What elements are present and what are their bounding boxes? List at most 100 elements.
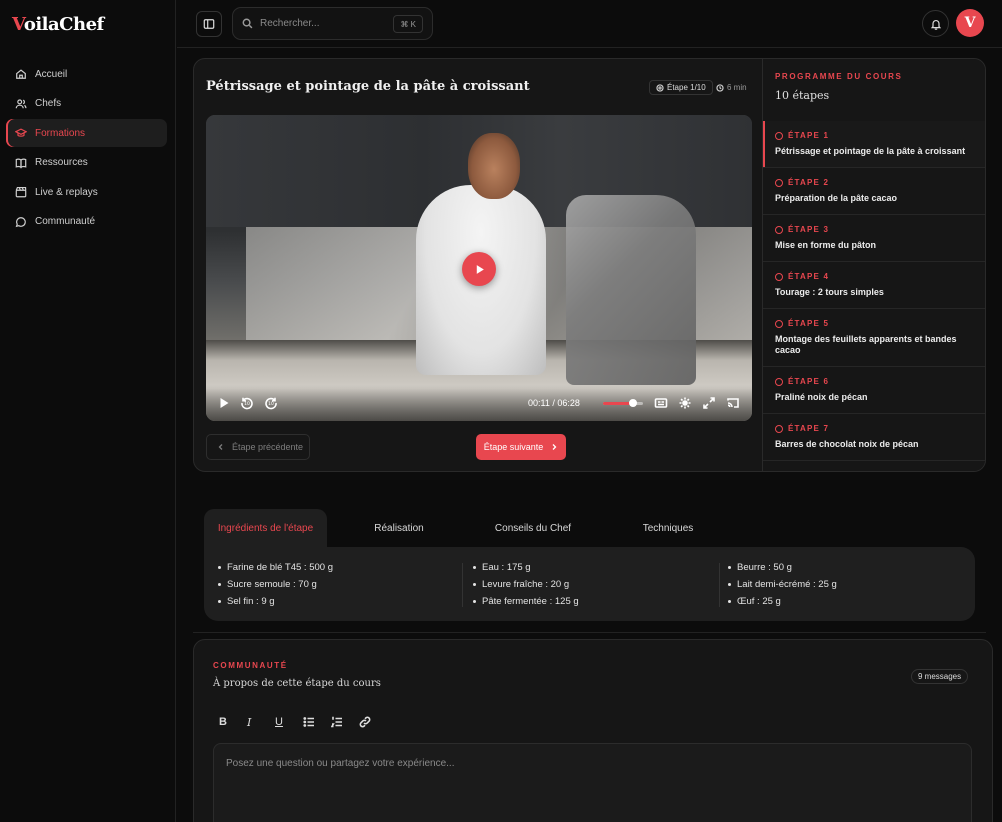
step-status-circle-icon bbox=[775, 178, 783, 187]
ingredient-item: Beurre : 50 g bbox=[728, 559, 837, 576]
step-label: ÉTAPE 3 bbox=[788, 225, 830, 234]
search-icon bbox=[242, 18, 253, 29]
community-eyebrow: COMMUNAUTÉ bbox=[213, 661, 288, 670]
center-play-button[interactable] bbox=[462, 252, 496, 286]
logo-text: oilaChef bbox=[23, 14, 104, 35]
program-step-5[interactable]: ÉTAPE 5 Montage des feuillets apparents … bbox=[763, 309, 985, 367]
notifications-button[interactable] bbox=[922, 10, 949, 37]
captions-button[interactable] bbox=[654, 396, 668, 415]
next-step-button[interactable]: Étape suivante bbox=[476, 434, 566, 460]
duration-text: 6 min bbox=[727, 83, 747, 92]
italic-icon: I bbox=[247, 715, 252, 729]
tab-conseils-du-chef[interactable]: Conseils du Chef bbox=[479, 509, 587, 547]
svg-text:10: 10 bbox=[244, 401, 250, 407]
community-subtitle: À propos de cette étape du cours bbox=[213, 678, 381, 689]
book-icon bbox=[15, 158, 27, 168]
step-label-row: ÉTAPE 5 bbox=[775, 309, 975, 328]
ingredient-item: Eau : 175 g bbox=[473, 559, 579, 576]
column-divider bbox=[462, 563, 463, 607]
time-current: 00:11 bbox=[528, 398, 550, 408]
bullet-list-button[interactable] bbox=[303, 714, 331, 730]
program-step-3[interactable]: ÉTAPE 3 Mise en forme du pâton bbox=[763, 215, 985, 262]
ingredient-item: Levure fraîche : 20 g bbox=[473, 576, 579, 593]
logo-letter: V bbox=[12, 14, 24, 35]
bold-icon: B bbox=[219, 716, 227, 728]
ingredients-column-3: Beurre : 50 g Lait demi-écrémé : 25 g Œu… bbox=[728, 559, 837, 610]
sidebar-item-accueil[interactable]: Accueil bbox=[6, 60, 167, 88]
tab-ingredients[interactable]: Ingrédients de l'étape bbox=[204, 509, 327, 547]
sidebar-item-ressources[interactable]: Ressources bbox=[6, 149, 167, 177]
step-label-row: ÉTAPE 4 bbox=[775, 262, 975, 281]
program-step-6[interactable]: ÉTAPE 6 Praliné noix de pécan bbox=[763, 367, 985, 414]
step-label-row: ÉTAPE 1 bbox=[775, 121, 975, 140]
step-label: ÉTAPE 1 bbox=[788, 131, 830, 140]
topbar: ⌘ K V bbox=[177, 0, 1002, 48]
settings-button[interactable] bbox=[678, 396, 692, 415]
sidebar-toggle-button[interactable] bbox=[196, 11, 222, 37]
next-step-label: Étape suivante bbox=[483, 442, 544, 452]
program-step-4[interactable]: ÉTAPE 4 Tourage : 2 tours simples bbox=[763, 262, 985, 309]
fullscreen-button[interactable] bbox=[702, 396, 716, 415]
program-step-7[interactable]: ÉTAPE 7 Barres de chocolat noix de pécan bbox=[763, 414, 985, 461]
sidebar: VoilaChef Accueil Chefs Formations Resso… bbox=[0, 0, 176, 822]
video-player[interactable]: 10 10 00:11 / 06:28 bbox=[206, 115, 752, 421]
rewind-10-button[interactable]: 10 bbox=[240, 396, 254, 415]
tab-realisation[interactable]: Réalisation bbox=[349, 509, 449, 547]
underline-button[interactable]: U bbox=[275, 714, 303, 730]
bold-button[interactable]: B bbox=[219, 714, 247, 730]
lesson-title: Pétrissage et pointage de la pâte à croi… bbox=[206, 79, 530, 94]
voilachef-logo[interactable]: VoilaChef bbox=[12, 14, 104, 35]
forward-10-button[interactable]: 10 bbox=[264, 396, 278, 415]
users-icon bbox=[15, 98, 27, 108]
cast-button[interactable] bbox=[726, 396, 740, 415]
sidebar-item-chefs[interactable]: Chefs bbox=[6, 90, 167, 118]
previous-step-button[interactable]: Étape précédente bbox=[206, 434, 310, 460]
ingredients-column-2: Eau : 175 g Levure fraîche : 20 g Pâte f… bbox=[473, 559, 579, 610]
play-icon bbox=[476, 264, 484, 274]
program-step-1[interactable]: ÉTAPE 1 Pétrissage et pointage de la pât… bbox=[763, 121, 985, 168]
previous-step-label: Étape précédente bbox=[232, 442, 304, 452]
step-label: ÉTAPE 4 bbox=[788, 272, 830, 281]
ingredient-item: Pâte fermentée : 125 g bbox=[473, 593, 579, 610]
volume-slider[interactable] bbox=[603, 399, 643, 407]
tab-techniques[interactable]: Techniques bbox=[624, 509, 712, 547]
ingredient-item: Sucre semoule : 70 g bbox=[218, 576, 333, 593]
graduation-cap-icon bbox=[15, 128, 27, 137]
step-title: Montage des feuillets apparents et bande… bbox=[775, 334, 957, 355]
step-title: Préparation de la pâte cacao bbox=[775, 193, 898, 203]
volume-knob[interactable] bbox=[629, 399, 637, 407]
sidebar-item-communaute[interactable]: Communauté bbox=[6, 208, 167, 236]
ingredient-item: Lait demi-écrémé : 25 g bbox=[728, 576, 837, 593]
sidebar-item-live-replays[interactable]: Live & replays bbox=[6, 178, 167, 206]
chat-bubble-icon bbox=[15, 216, 26, 227]
cast-icon bbox=[727, 398, 739, 408]
clapperboard-icon bbox=[15, 186, 27, 198]
course-program-panel: PROGRAMME DU COURS 10 étapes ÉTAPE 1 Pét… bbox=[762, 59, 985, 471]
step-title: Tourage : 2 tours simples bbox=[775, 287, 884, 297]
target-icon bbox=[656, 83, 664, 92]
search-bar[interactable]: ⌘ K bbox=[232, 7, 433, 40]
link-button[interactable] bbox=[359, 714, 387, 730]
step-label: ÉTAPE 6 bbox=[788, 377, 830, 386]
column-divider bbox=[719, 563, 720, 607]
sidebar-item-label: Formations bbox=[35, 127, 86, 139]
comment-input[interactable] bbox=[213, 743, 972, 822]
search-input[interactable] bbox=[260, 18, 390, 29]
chevron-left-icon bbox=[218, 444, 223, 450]
step-status-circle-icon bbox=[775, 424, 783, 433]
time-separator: / bbox=[552, 398, 555, 408]
ingredients-column-1: Farine de blé T45 : 500 g Sucre semoule … bbox=[218, 559, 333, 610]
sidebar-item-formations[interactable]: Formations bbox=[6, 119, 167, 147]
step-title: Pétrissage et pointage de la pâte à croi… bbox=[775, 146, 966, 156]
play-button[interactable] bbox=[217, 396, 231, 415]
user-avatar[interactable]: V bbox=[956, 9, 984, 37]
italic-button[interactable]: I bbox=[247, 714, 275, 730]
step-label-row: ÉTAPE 3 bbox=[775, 215, 975, 234]
numbered-list-button[interactable] bbox=[331, 714, 359, 730]
fullscreen-icon bbox=[703, 397, 715, 409]
video-time: 00:11 / 06:28 bbox=[528, 398, 580, 408]
step-title: Praliné noix de pécan bbox=[775, 392, 868, 402]
numbered-list-icon bbox=[331, 716, 342, 728]
program-step-2[interactable]: ÉTAPE 2 Préparation de la pâte cacao bbox=[763, 168, 985, 215]
step-label-row: ÉTAPE 2 bbox=[775, 168, 975, 187]
